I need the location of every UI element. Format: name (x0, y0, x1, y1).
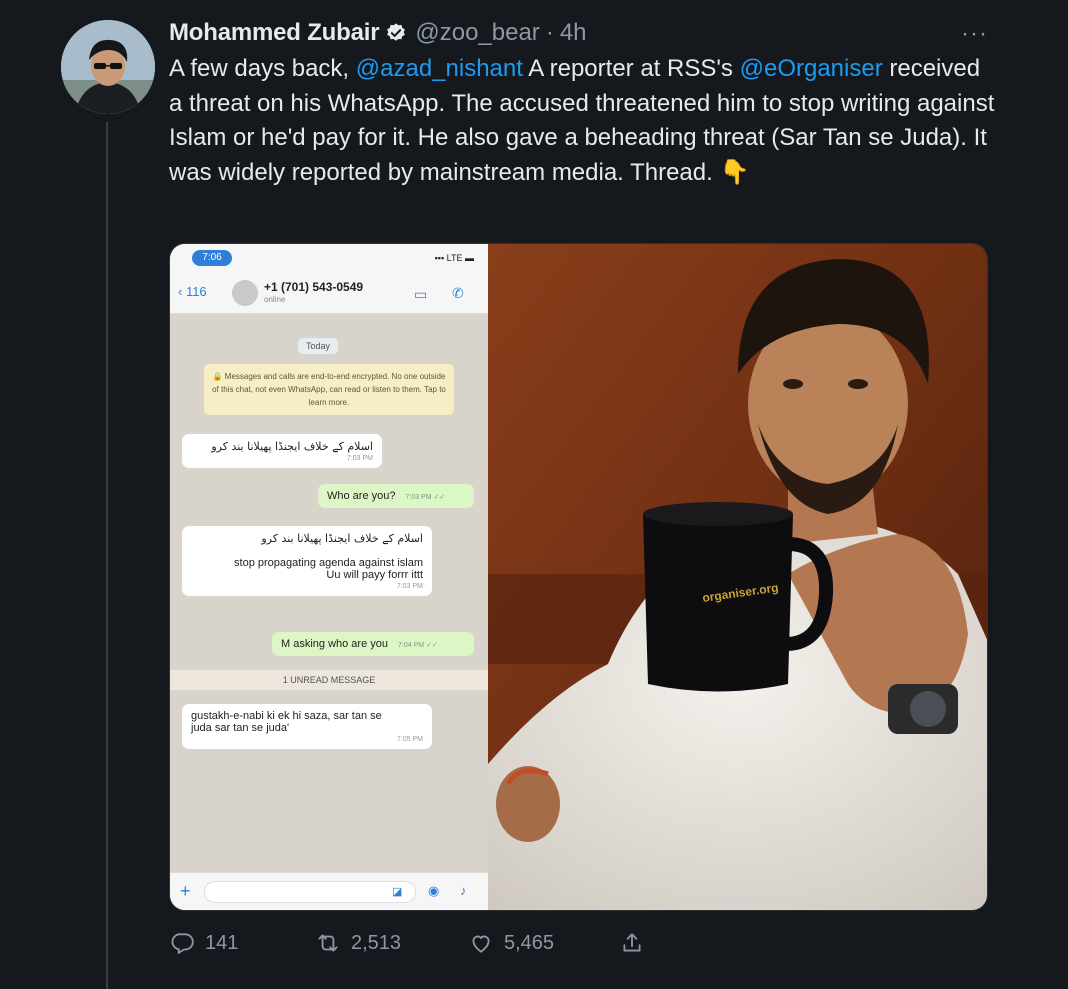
contact-number: +1 (701) 543-0549 (264, 280, 364, 294)
avatar[interactable] (61, 20, 155, 114)
pointing-down-emoji: 👇 (719, 158, 750, 186)
share-icon (623, 933, 641, 952)
retweet-icon (318, 934, 338, 952)
tweet-time[interactable]: 4h (560, 19, 587, 47)
message-incoming: اسلام کے خلاف ایجنڈا پھیلانا بند کرو sto… (182, 526, 432, 596)
day-label: Today (298, 338, 339, 354)
message-time: 7:03 PM ✓✓ (405, 494, 446, 501)
retweet-count: 2,513 (351, 931, 402, 954)
tweet-text-part: A few days back, (169, 55, 356, 82)
thread-line (106, 122, 108, 989)
mention-link[interactable]: @eOrganiser (740, 55, 883, 82)
message-text: اسلام کے خلاف ایجنڈا پھیلانا بند کرو (211, 440, 373, 453)
reply-button[interactable]: 141 (169, 930, 238, 956)
contact-avatar (232, 280, 258, 306)
heart-icon (472, 935, 490, 953)
reply-icon (171, 933, 194, 955)
tweet-actions: 141 2,513 5,465 (169, 930, 669, 962)
status-bar: 7:06 ▪▪▪ LTE ▬ (170, 244, 488, 274)
retweet-button[interactable]: 2,513 (315, 930, 401, 956)
tweet-text-part: A reporter at RSS's (522, 55, 740, 82)
message-incoming: اسلام کے خلاف ایجنڈا پھیلانا بند کرو 7:0… (182, 434, 382, 468)
tweet-media[interactable]: 7:06 ▪▪▪ LTE ▬ ‹ 116 +1 (701) 543-0549 o… (169, 243, 988, 911)
message-time: 7:03 PM (346, 455, 373, 462)
share-button[interactable] (619, 930, 645, 956)
more-options-button[interactable]: ··· (961, 20, 988, 48)
message-text: juda sar tan se juda' (191, 722, 290, 734)
unread-divider: 1 UNREAD MESSAGE (170, 670, 488, 690)
whatsapp-screenshot[interactable]: 7:06 ▪▪▪ LTE ▬ ‹ 116 +1 (701) 543-0549 o… (170, 244, 488, 910)
message-time: 7:05 PM (396, 736, 423, 743)
message-text: Uu will payy forrr ittt (326, 569, 423, 581)
message-outgoing: M asking who are you 7:04 PM ✓✓ (272, 632, 474, 656)
message-time: 7:04 PM ✓✓ (398, 642, 438, 649)
video-call-icon: ▭ (414, 286, 428, 302)
message-text: gustakh-e-nabi ki ek hi saza, sar tan se (191, 710, 382, 722)
message-incoming: gustakh-e-nabi ki ek hi saza, sar tan se… (182, 704, 432, 749)
back-button: ‹ 116 (178, 284, 207, 299)
like-count: 5,465 (504, 931, 555, 954)
message-text: stop propagating agenda against islam (234, 557, 423, 569)
avatar-image (61, 20, 155, 114)
message-text: اسلام کے خلاف ایجنڈا پھیلانا بند کرو (261, 532, 423, 545)
chat-area: Today 🔒 Messages and calls are end-to-en… (170, 314, 488, 872)
handle[interactable]: @zoo_bear (415, 19, 539, 47)
verified-badge-icon (385, 22, 407, 44)
sticker-icon: ◪ (392, 886, 403, 898)
tweet-text: A few days back, @azad_nishant A reporte… (169, 52, 999, 190)
status-time: 7:06 (192, 250, 232, 266)
mention-link[interactable]: @azad_nishant (356, 55, 523, 82)
display-name[interactable]: Mohammed Zubair (169, 19, 380, 47)
photo-man-with-mug[interactable]: organiser.org (488, 244, 987, 910)
like-button[interactable]: 5,465 (468, 930, 554, 956)
signal-icon: ▪▪▪ LTE ▬ (434, 253, 474, 263)
message-time: 7:03 PM (396, 583, 423, 590)
microphone-icon: ♪ (460, 883, 467, 898)
separator-dot: · (545, 19, 554, 46)
chat-input-bar: + ◪ ◉ ♪ (170, 872, 488, 910)
plus-icon: + (180, 881, 191, 901)
reply-count: 141 (205, 931, 239, 954)
message-text: Who are you? (327, 490, 396, 502)
message-outgoing: Who are you? 7:03 PM ✓✓ (318, 484, 474, 508)
contact-status: online (264, 295, 286, 304)
message-input (204, 881, 416, 903)
photo-image: organiser.org (488, 244, 987, 910)
camera-icon: ◉ (428, 883, 440, 898)
chat-header: ‹ 116 +1 (701) 543-0549 online ▭ ✆ (170, 274, 488, 314)
phone-icon: ✆ (452, 285, 464, 301)
encryption-notice: 🔒 Messages and calls are end-to-end encr… (204, 364, 454, 415)
tweet[interactable]: Mohammed Zubair @zoo_bear · 4h ··· A few… (0, 0, 1068, 989)
tweet-header: Mohammed Zubair @zoo_bear · 4h (169, 16, 587, 50)
message-text: M asking who are you (281, 638, 388, 650)
